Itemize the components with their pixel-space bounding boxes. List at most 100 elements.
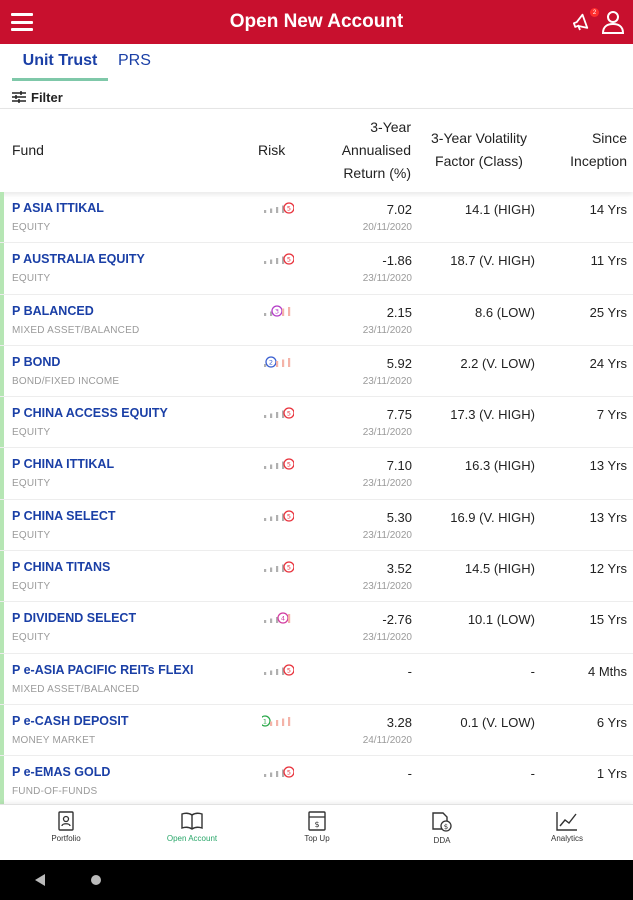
fund-name[interactable]: P e-EMAS GOLD xyxy=(12,765,110,779)
risk-bar xyxy=(270,464,273,470)
column-header-volatility[interactable]: 3-Year Volatility Factor (Class) xyxy=(420,127,538,173)
volatility-factor: 17.3 (V. HIGH) xyxy=(450,407,535,423)
row-strip xyxy=(0,704,4,756)
fund-row[interactable]: P CHINA ITTIKAL EQUITY 5 7.10 23/11/2020 16.3… xyxy=(0,448,633,500)
column-header-return-line3: Return (%) xyxy=(343,165,411,181)
fund-name[interactable]: P AUSTRALIA EQUITY xyxy=(12,252,145,266)
portfolio-icon xyxy=(58,811,74,831)
fund-row[interactable]: P ASIA ITTIKAL EQUITY 5 7.02 20/11/2020 14.1 … xyxy=(0,192,633,244)
risk-meter-icon: 5 xyxy=(264,458,294,471)
row-strip xyxy=(0,499,4,551)
nav-label: Portfolio xyxy=(51,834,81,843)
since-inception: 14 Yrs xyxy=(589,202,627,217)
column-header-since-line1: Since xyxy=(591,130,627,146)
fund-name[interactable]: P CHINA SELECT xyxy=(12,509,116,523)
fund-name[interactable]: P ASIA ITTIKAL xyxy=(12,201,104,215)
fund-category: EQUITY xyxy=(12,273,51,285)
fund-category: EQUITY xyxy=(12,632,51,644)
open-account-icon xyxy=(181,812,203,830)
home-circle-icon[interactable] xyxy=(91,875,101,885)
fund-row[interactable]: P CHINA ACCESS EQUITY EQUITY 5 7.75 23/11/20… xyxy=(0,397,633,449)
fund-row[interactable]: P CHINA TITANS EQUITY 5 3.52 23/11/2020 14.5 … xyxy=(0,551,633,603)
user-profile-icon[interactable] xyxy=(601,9,625,35)
tab-prs[interactable]: PRS xyxy=(118,52,151,70)
column-header-fund[interactable]: Fund xyxy=(12,139,44,162)
hamburger-menu-icon[interactable] xyxy=(10,10,34,34)
fund-category: EQUITY xyxy=(12,581,51,593)
fund-row[interactable]: P e-CASH DEPOSIT MONEY MARKET 1 3.28 24/11/2… xyxy=(0,704,633,757)
column-header-return[interactable]: 3-Year Annualised Return (%) xyxy=(311,116,411,185)
analytics-icon xyxy=(556,812,577,831)
since-inception: 13 Yrs xyxy=(589,458,627,474)
back-triangle-icon[interactable] xyxy=(34,873,46,887)
risk-bar xyxy=(264,774,267,778)
nav-analytics[interactable]: Analytics xyxy=(527,811,607,843)
since-inception: 11 Yrs xyxy=(590,253,627,269)
fund-name[interactable]: P CHINA ITTIKAL xyxy=(12,457,114,471)
app-root: Open New Account 2 Unit Trust PRS Filter… xyxy=(0,0,633,900)
svg-text:$: $ xyxy=(444,823,448,831)
risk-bar xyxy=(270,516,273,521)
risk-meter-icon: 5 xyxy=(264,510,294,522)
since-inception: 7 Yrs xyxy=(596,407,627,423)
return-date: 23/11/2020 xyxy=(362,581,412,593)
fund-row[interactable]: P BOND BOND/FIXED INCOME 2 5.92 23/11/2020 2.… xyxy=(0,345,633,398)
fund-row[interactable]: P e-ASIA PACIFIC REITs FLEXI MIXED ASSET/… xyxy=(0,653,633,705)
fund-name[interactable]: P e-ASIA PACIFIC REITs FLEXI xyxy=(12,663,194,677)
risk-bar xyxy=(264,620,267,624)
risk-bar xyxy=(264,466,267,470)
risk-bar xyxy=(270,259,273,265)
return-date: 23/11/2020 xyxy=(362,478,412,490)
fund-name[interactable]: P CHINA TITANS xyxy=(12,560,110,574)
since-inception: 12 Yrs xyxy=(589,561,627,577)
annualised-return: 5.30 xyxy=(386,509,412,525)
tab-unit-trust[interactable]: Unit Trust xyxy=(12,52,108,70)
fund-name[interactable]: P BOND xyxy=(12,355,60,369)
annualised-return: 7.75 xyxy=(386,407,412,423)
risk-level-number: 1 xyxy=(263,717,267,725)
fund-row[interactable]: P DIVIDEND SELECT EQUITY 4 -2.76 23/11/2020 1… xyxy=(0,602,633,654)
fund-name[interactable]: P CHINA ACCESS EQUITY xyxy=(12,406,168,420)
filter-label: Filter xyxy=(31,89,63,105)
column-header-since-inception[interactable]: Since Inception xyxy=(547,127,627,173)
nav-label: Top Up xyxy=(304,834,330,843)
fund-name[interactable]: P e-CASH DEPOSIT xyxy=(12,714,128,728)
nav-top-up[interactable]: $ Top Up xyxy=(277,811,357,843)
fund-category: FUND-OF-FUNDS xyxy=(12,786,98,798)
return-date: 23/11/2020 xyxy=(362,427,412,439)
risk-level-number: 5 xyxy=(287,461,291,469)
annualised-return: 3.52 xyxy=(386,561,412,577)
page-title: Open New Account xyxy=(229,11,404,32)
row-strip xyxy=(0,448,4,499)
nav-open-account[interactable]: Open Account xyxy=(152,811,232,843)
table-header: Fund Risk 3-Year Annualised Return (%) 3… xyxy=(0,108,633,192)
fund-row[interactable]: P AUSTRALIA EQUITY EQUITY 5 -1.86 23/11/2020… xyxy=(0,243,633,295)
risk-bar xyxy=(276,514,279,521)
filter-button[interactable]: Filter xyxy=(12,88,63,106)
nav-portfolio[interactable]: Portfolio xyxy=(26,811,106,843)
annualised-return: 7.02 xyxy=(386,202,412,217)
risk-meter-icon: 2 xyxy=(264,356,291,368)
since-inception: 13 Yrs xyxy=(589,509,627,525)
fund-name[interactable]: P BALANCED xyxy=(12,304,94,318)
fund-row[interactable]: P e-EMAS GOLD FUND-OF-FUNDS 5 - - 1 Yrs xyxy=(0,756,633,808)
fund-category: EQUITY xyxy=(12,427,51,439)
risk-level-number: 2 xyxy=(269,358,273,366)
fund-name[interactable]: P DIVIDEND SELECT xyxy=(12,611,136,625)
risk-bar xyxy=(276,463,279,470)
fund-category: EQUITY xyxy=(12,529,51,541)
nav-dda[interactable]: $ DDA xyxy=(402,811,482,845)
risk-bar xyxy=(282,718,285,726)
return-date: 23/11/2020 xyxy=(362,273,412,285)
risk-bar xyxy=(270,413,273,419)
system-navigation-bar xyxy=(0,860,633,900)
risk-bar xyxy=(264,569,267,573)
risk-bar xyxy=(276,207,279,213)
risk-level-number: 4 xyxy=(281,615,285,623)
risk-meter-icon: 5 xyxy=(264,766,294,778)
risk-meter-icon: 5 xyxy=(264,253,294,265)
fund-row[interactable]: P CHINA SELECT EQUITY 5 5.30 23/11/2020 16.9 … xyxy=(0,499,633,552)
column-header-risk[interactable]: Risk xyxy=(258,139,285,162)
fund-row[interactable]: P BALANCED MIXED ASSET/BALANCED 3 2.15 23/11… xyxy=(0,294,633,346)
risk-bar xyxy=(288,716,291,726)
